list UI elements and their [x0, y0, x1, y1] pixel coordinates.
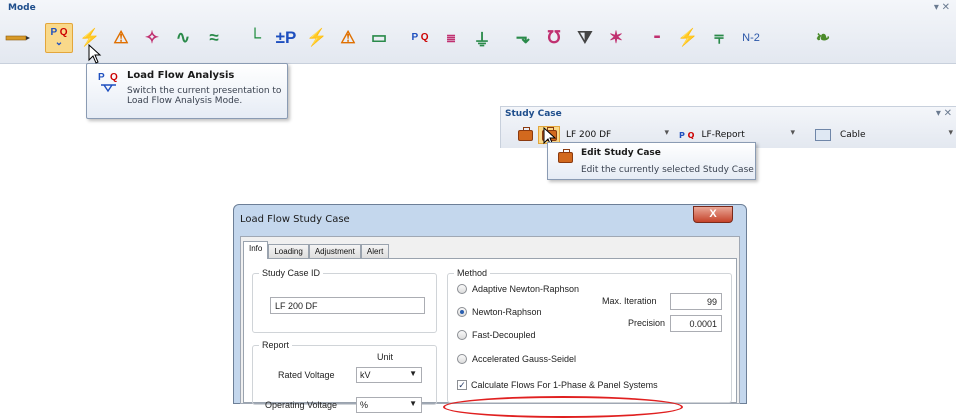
transient-stability-icon[interactable]: ≈ — [200, 23, 228, 53]
cable-pulling-icon[interactable]: ⬎ — [509, 23, 537, 53]
calc-flows-label: Calculate Flows For 1-Phase & Panel Syst… — [471, 380, 658, 390]
tab-adjustment[interactable]: Adjustment — [308, 244, 361, 259]
n2-label[interactable]: N-2 — [736, 23, 766, 53]
method-accelerated-gauss-seidel[interactable]: Accelerated Gauss-Seidel — [457, 354, 576, 364]
study-case-id-group: Study Case ID LF 200 DF — [252, 268, 437, 333]
contingency-n1-icon[interactable]: ⁃ — [643, 23, 671, 53]
mode-toolbar-title: Mode — [8, 3, 36, 13]
edit-study-case-tooltip-title: Edit Study Case — [581, 148, 661, 158]
radio-button[interactable] — [457, 284, 467, 294]
cable-ampacity-icon[interactable]: ✶ — [602, 23, 630, 53]
arc-flash-dc-icon[interactable]: ⚠ — [334, 23, 362, 53]
battery-sizing-icon[interactable]: ▭ — [365, 23, 393, 53]
cable-select-value: Cable — [840, 130, 866, 140]
load-flow-tooltip: P Q Load Flow Analysis Switch the curren… — [86, 63, 288, 119]
dc-load-flow-icon[interactable]: P Q — [406, 23, 434, 53]
edit-study-case-tooltip-description: Edit the currently selected Study Case — [581, 165, 754, 175]
mode-toolbar: Mode ▾ ✕ P Q ⌄ ⚡ ⚠ ✧ ∿ ≈ └ ±P ⚡ ⚠ ▭ P Q ≣… — [0, 0, 956, 64]
max-iteration-field[interactable]: 99 — [670, 293, 722, 310]
radio-button-selected[interactable] — [457, 307, 467, 317]
leaf-icon[interactable]: ❧ — [809, 23, 837, 53]
switching-icon[interactable]: ⫧ — [705, 23, 733, 53]
tab-alert[interactable]: Alert — [360, 244, 390, 259]
method-newton-raphson[interactable]: Newton-Raphson — [457, 307, 542, 317]
chevron-down-icon: ▼ — [409, 399, 417, 408]
edit-mode-icon[interactable] — [4, 23, 32, 53]
report-label: Report — [259, 340, 293, 350]
method-group: Method Adaptive Newton-Raphson Newton-Ra… — [447, 268, 732, 403]
precision-label: Precision — [628, 318, 666, 328]
max-iteration-label: Max. Iteration — [602, 296, 657, 306]
tab-info[interactable]: Info — [243, 241, 269, 259]
study-case-id-label: Study Case ID — [259, 268, 324, 278]
report-manager-icon — [815, 129, 831, 141]
new-study-case-button[interactable] — [514, 126, 536, 144]
study-case-toolbar-title: Study Case — [505, 109, 562, 119]
edit-study-case-tooltip: Edit Study Case Edit the currently selec… — [547, 142, 756, 180]
fault-icon[interactable]: ⚡ — [674, 23, 702, 53]
chevron-down-icon: ▾ — [790, 128, 795, 138]
mode-icon-row: P Q ⌄ ⚡ ⚠ ✧ ∿ ≈ └ ±P ⚡ ⚠ ▭ P Q ≣ ⏚ ⬎ ℧ ⧩ … — [4, 20, 840, 56]
contingency-icon[interactable]: ℧ — [540, 23, 568, 53]
briefcase-icon — [517, 126, 533, 141]
svg-text:Q: Q — [110, 72, 118, 83]
method-label: Method — [454, 268, 491, 278]
rated-voltage-unit-value: kV — [360, 370, 371, 380]
tab-loading[interactable]: Loading — [268, 244, 309, 259]
report-group: Report Unit Rated Voltage kV ▼ Operating… — [252, 340, 437, 413]
close-button[interactable]: X — [693, 206, 733, 223]
info-tab-page: Study Case ID LF 200 DF Report Unit Rate… — [243, 258, 737, 418]
harmonic-icon[interactable]: ∿ — [169, 23, 197, 53]
method-option-label: Newton-Raphson — [472, 307, 542, 317]
radio-button[interactable] — [457, 330, 467, 340]
study-case-id-field[interactable]: LF 200 DF — [270, 297, 425, 314]
motor-starting-icon[interactable]: ✧ — [138, 23, 166, 53]
chevron-down-icon: ▾ — [948, 128, 953, 138]
report-select-value: LF-Report — [701, 130, 745, 140]
precision-field[interactable]: 0.0001 — [670, 315, 722, 332]
method-option-label: Fast-Decoupled — [472, 330, 536, 340]
unit-label: Unit — [377, 352, 394, 362]
calc-flows-checkbox[interactable]: ✓ — [457, 380, 467, 390]
study-case-toolbar-pin[interactable]: ▾ ✕ — [936, 108, 952, 119]
briefcase-icon — [558, 149, 573, 163]
tab-strip: Info Loading Adjustment Alert — [243, 241, 390, 259]
load-flow-report-icon: P Q — [679, 130, 695, 140]
unbalanced-load-flow-icon[interactable]: ≣ — [437, 23, 465, 53]
chevron-down-icon: ▾ — [664, 128, 669, 138]
load-flow-study-case-dialog: Load Flow Study Case X Info Loading Adju… — [233, 204, 747, 418]
calc-flows-checkbox-row[interactable]: ✓ Calculate Flows For 1-Phase & Panel Sy… — [457, 380, 658, 390]
operating-voltage-unit-select[interactable]: % ▼ — [356, 397, 422, 413]
annotation-highlight-ellipse — [443, 396, 683, 418]
method-option-label: Accelerated Gauss-Seidel — [472, 354, 577, 364]
optimal-power-flow-icon[interactable]: ±P — [272, 23, 300, 53]
ground-grid-icon[interactable]: ⏚ — [468, 23, 496, 53]
method-option-label: Adaptive Newton-Raphson — [472, 284, 580, 294]
switching-sequence-icon[interactable]: ⧩ — [571, 23, 599, 53]
rated-voltage-label: Rated Voltage — [278, 370, 335, 380]
method-fast-decoupled[interactable]: Fast-Decoupled — [457, 330, 536, 340]
load-flow-mode-icon[interactable]: P Q ⌄ — [45, 23, 73, 53]
method-adaptive-newton-raphson[interactable]: Adaptive Newton-Raphson — [457, 284, 579, 294]
load-flow-tooltip-description: Switch the current presentation to Load … — [127, 86, 282, 106]
chevron-down-icon: ▼ — [409, 369, 417, 378]
arc-flash-icon[interactable]: ⚠ — [107, 23, 135, 53]
load-flow-tooltip-title: Load Flow Analysis — [127, 70, 235, 81]
mode-toolbar-pin[interactable]: ▾ ✕ — [934, 2, 950, 13]
cable-select[interactable]: Cable ▾ — [815, 126, 953, 144]
protective-coordination-icon[interactable]: └ — [241, 23, 269, 53]
mouse-cursor-icon — [88, 44, 102, 64]
load-flow-tooltip-icon: P Q — [96, 70, 122, 96]
study-case-select-value: LF 200 DF — [566, 130, 612, 140]
dialog-title: Load Flow Study Case — [240, 214, 350, 225]
reliability-icon[interactable]: ⚡ — [303, 23, 331, 53]
rated-voltage-unit-select[interactable]: kV ▼ — [356, 367, 422, 383]
svg-text:P: P — [98, 72, 105, 83]
dialog-body: Info Loading Adjustment Alert Study Case… — [240, 236, 740, 418]
radio-button[interactable] — [457, 354, 467, 364]
